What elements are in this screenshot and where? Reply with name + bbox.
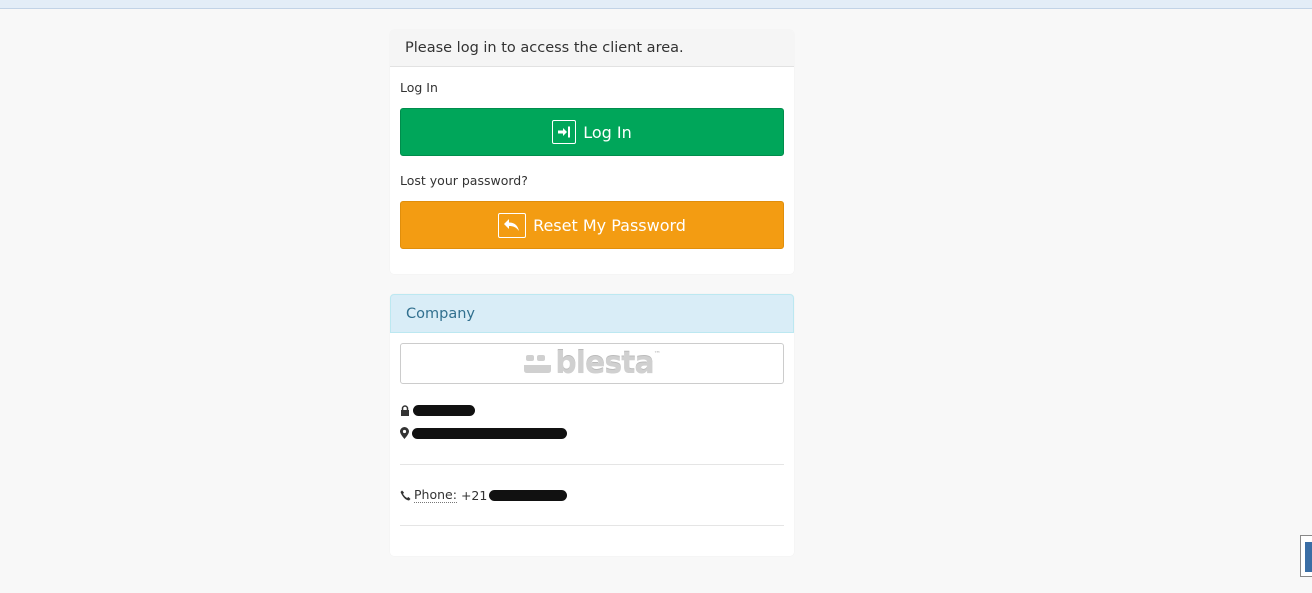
redacted-phone [489,489,568,501]
phone-row: Phone: +21 [400,487,568,503]
floating-widget-tab[interactable] [1300,535,1312,577]
address-line-2 [400,427,567,439]
blesta-logo-icon [524,354,552,373]
divider [400,464,784,465]
company-logo: blesta ™ [400,343,784,384]
phone-icon [400,490,411,500]
lock-icon [401,405,409,416]
reset-password-button-label: Reset My Password [533,215,686,235]
browser-top-bar [0,0,1312,9]
address-line-1 [400,405,475,416]
company-logo-text: blesta [555,345,655,381]
login-panel: Please log in to access the client area.… [390,30,794,274]
login-panel-heading: Please log in to access the client area. [390,30,794,67]
company-panel-heading: Company [390,294,794,333]
login-button-label: Log In [583,122,632,142]
phone-number[interactable]: +21 [461,488,487,503]
reply-icon [498,212,527,238]
divider [400,525,784,526]
reset-password-button[interactable]: Reset My Password [400,201,784,249]
map-marker-icon [400,427,409,439]
phone-label: Phone: [414,487,457,503]
trademark-mark: ™ [653,350,661,358]
login-button[interactable]: Log In [400,108,784,156]
sign-in-icon [552,120,577,144]
redacted-address [413,405,475,416]
redacted-location [412,427,567,439]
lost-password-label: Lost your password? [400,173,528,188]
company-panel: Company blesta ™ Phone: +21 [390,294,794,556]
login-label: Log In [400,80,438,95]
